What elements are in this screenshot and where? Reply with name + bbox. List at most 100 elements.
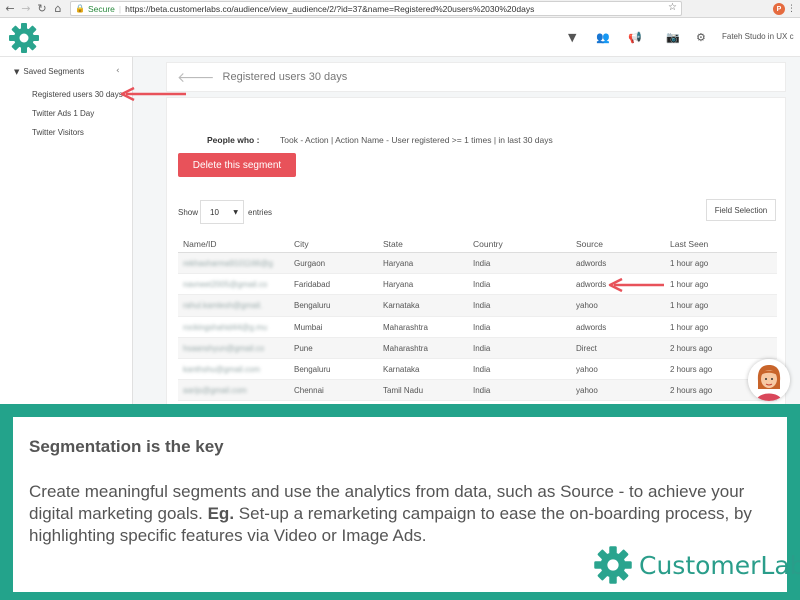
sidebar-item-twitter-ads[interactable]: Twitter Ads 1 Day xyxy=(32,109,94,118)
cell-state: Karnataka xyxy=(383,364,420,374)
extension-icon[interactable]: P xyxy=(773,3,785,15)
info-panel-content: Segmentation is the key Create meaningfu… xyxy=(13,417,800,592)
cell-last-seen: 1 hour ago xyxy=(670,322,709,332)
table-row[interactable]: aarijs@gmail.com Chennai Tamil Nadu India ya… xyxy=(178,380,777,402)
entries-value: 10 xyxy=(210,207,219,217)
forward-icon[interactable]: → xyxy=(18,1,34,17)
cell-city: Mumbai xyxy=(294,322,323,332)
cell-city: Gurgaon xyxy=(294,259,326,268)
home-icon[interactable]: ⌂ xyxy=(50,1,66,17)
info-panel: Segmentation is the key Create meaningfu… xyxy=(0,404,800,600)
column-header-last-seen[interactable]: Last Seen xyxy=(670,239,708,249)
cell-state: Maharashtra xyxy=(383,343,428,353)
cell-state: Haryana xyxy=(383,259,414,268)
sidebar-item-registered-users[interactable]: Registered users 30 days xyxy=(32,90,123,99)
table-row[interactable]: rockingshahid44@g.mu Mumbai Maharashtra Ind… xyxy=(178,317,777,338)
cell-country: India xyxy=(473,280,491,290)
table-body: rekhasharma9101166@g Gurgaon Haryana India a… xyxy=(178,253,777,402)
cell-country: India xyxy=(473,364,491,374)
show-label: Show xyxy=(178,208,199,217)
cell-city: Bengaluru xyxy=(294,301,331,311)
users-table: Name/ID City State Country Source Last S… xyxy=(178,233,777,402)
column-header-state[interactable]: State xyxy=(383,239,403,249)
table-row[interactable]: rahul.kamlesh@gmail. Bengaluru Karnataka In… xyxy=(178,295,777,317)
cell-last-seen: 1 hour ago xyxy=(670,301,709,311)
megaphone-icon[interactable]: 📢 xyxy=(628,31,642,44)
table-row[interactable]: rekhasharma9101166@g Gurgaon Haryana India a… xyxy=(178,253,777,275)
table-row[interactable]: hsaanshyun@gmail.co Pune Maharashtra India D… xyxy=(178,337,777,359)
cell-last-seen: 1 hour ago xyxy=(670,259,709,268)
cell-city: Pune xyxy=(294,343,313,353)
annotation-arrow-source xyxy=(608,277,664,293)
cell-country: India xyxy=(473,259,491,268)
caret-down-icon: ▼ xyxy=(233,209,238,216)
sidebar-title: ▼ Saved Segments xyxy=(14,67,84,76)
table-row[interactable]: navneet2005@gmail.co Faridabad Haryana Indi… xyxy=(178,274,777,296)
cell-state: Maharashtra xyxy=(383,322,428,332)
cell-source: yahoo xyxy=(576,301,598,311)
funnel-icon: ▼ xyxy=(14,68,20,76)
table-row[interactable]: kanthshu@gmail.com Bengaluru Karnataka Indi… xyxy=(178,359,777,381)
cell-country: India xyxy=(473,301,491,311)
segment-condition: Took - Action | Action Name - User regis… xyxy=(280,135,553,145)
delete-segment-button[interactable]: Delete this segment xyxy=(178,153,296,177)
column-header-source[interactable]: Source xyxy=(576,239,603,249)
column-header-city[interactable]: City xyxy=(294,239,309,249)
annotation-arrow-sidebar xyxy=(120,86,186,102)
browser-menu-icon[interactable]: ⋮ xyxy=(787,3,796,14)
customerlabs-logo-icon[interactable] xyxy=(8,22,40,54)
cell-source: yahoo xyxy=(576,386,598,396)
sidebar: ▼ Saved Segments ‹ Registered users 30 da… xyxy=(0,57,133,417)
page-title: Registered users 30 days xyxy=(222,71,348,83)
entries-select[interactable]: 10 ▼ xyxy=(200,200,244,224)
page-header: 🡐 Registered users 30 days xyxy=(166,62,786,92)
cell-source: adwords xyxy=(576,280,607,290)
app-header: ▼ 👥 📢 📷 ⚙ Fateh Studo in UX c xyxy=(0,19,800,57)
brand-name: CustomerLabs xyxy=(639,550,800,580)
url-text: https://beta.customerlabs.co/audience/vi… xyxy=(125,3,535,14)
cell-country: India xyxy=(473,343,491,353)
user-name[interactable]: Fateh Studo in UX c xyxy=(722,32,794,41)
column-header-name[interactable]: Name/ID xyxy=(183,239,217,249)
cell-state: Tamil Nadu xyxy=(383,386,424,396)
entries-label: entries xyxy=(248,208,273,217)
sidebar-item-twitter-visitors[interactable]: Twitter Visitors xyxy=(32,128,84,137)
panel-body: Create meaningful segments and use the a… xyxy=(29,481,777,547)
back-arrow-icon[interactable]: 🡐 xyxy=(177,69,215,86)
cell-email: rekhasharma9101166@g xyxy=(183,259,273,268)
gear-icon[interactable]: ⚙ xyxy=(696,31,706,44)
users-icon[interactable]: 👥 xyxy=(596,31,610,44)
cell-state: Haryana xyxy=(383,280,414,290)
camera-icon[interactable]: 📷 xyxy=(666,31,680,44)
collapse-chevron-icon[interactable]: ‹ xyxy=(116,66,120,76)
cell-source: adwords xyxy=(576,259,607,268)
filter-icon[interactable]: ▼ xyxy=(568,31,576,44)
segment-card: People who : Took - Action | Action Name… xyxy=(166,97,786,427)
panel-heading: Segmentation is the key xyxy=(29,437,224,456)
cell-source: adwords xyxy=(576,322,607,332)
saved-segments-label: Saved Segments xyxy=(23,67,85,76)
cell-last-seen: 1 hour ago xyxy=(670,280,709,290)
screen: ← → ↻ ⌂ 🔒 Secure | https://beta.customer… xyxy=(0,0,800,600)
cell-email: rockingshahid44@g.mu xyxy=(183,322,268,332)
cell-country: India xyxy=(473,322,491,332)
field-selection-button[interactable]: Field Selection xyxy=(706,199,776,221)
cell-email: aarijs@gmail.com xyxy=(183,386,247,396)
brand-logo: CustomerLabs xyxy=(593,545,800,585)
cell-state: Karnataka xyxy=(383,301,420,311)
secure-label: Secure xyxy=(87,3,115,14)
support-avatar[interactable] xyxy=(748,359,790,401)
people-who-label: People who : xyxy=(207,135,260,145)
cell-last-seen: 2 hours ago xyxy=(670,386,713,396)
cell-email: hsaanshyun@gmail.co xyxy=(183,343,265,353)
address-bar[interactable]: 🔒 Secure | https://beta.customerlabs.co/… xyxy=(70,1,682,16)
column-header-country[interactable]: Country xyxy=(473,239,503,249)
reload-icon[interactable]: ↻ xyxy=(34,1,50,17)
table-header: Name/ID City State Country Source Last S… xyxy=(178,233,777,253)
bookmark-star-icon[interactable]: ☆ xyxy=(668,2,677,13)
lock-icon: 🔒 xyxy=(75,4,85,13)
cell-email: navneet2005@gmail.co xyxy=(183,280,268,290)
back-icon[interactable]: ← xyxy=(2,1,18,17)
cell-last-seen: 2 hours ago xyxy=(670,364,713,374)
address-separator: | xyxy=(118,3,122,14)
